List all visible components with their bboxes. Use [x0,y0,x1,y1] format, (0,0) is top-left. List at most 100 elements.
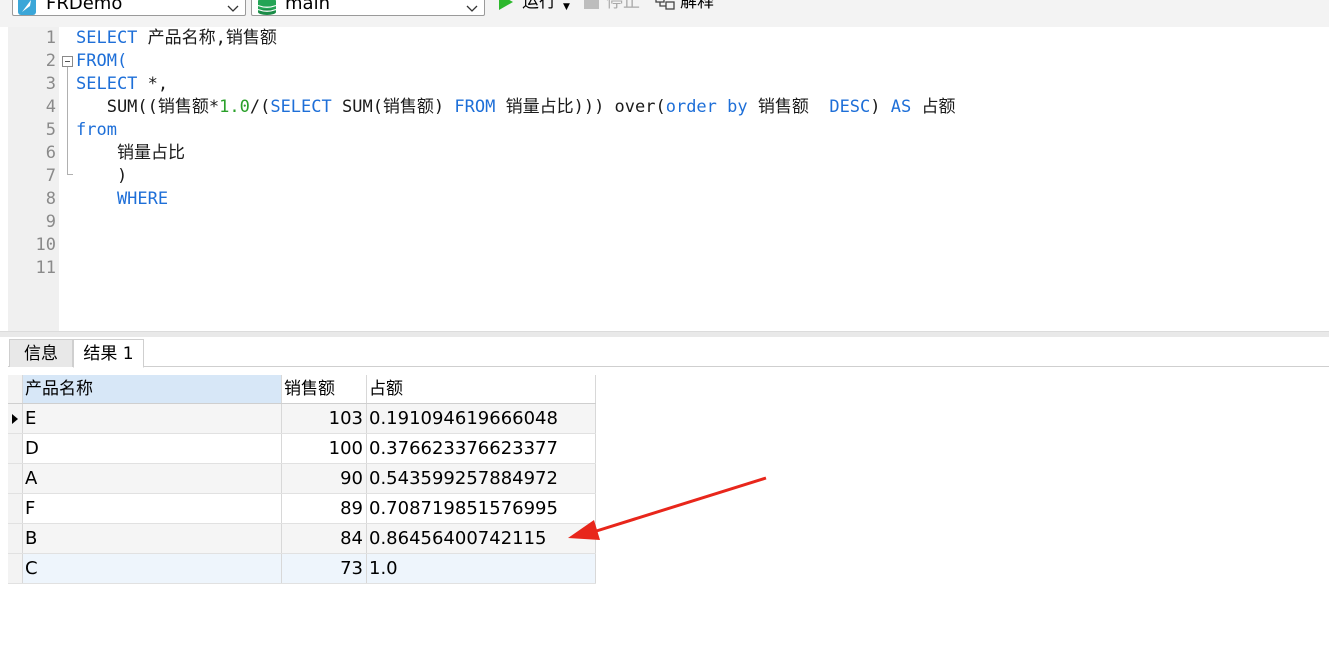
sql-keyword: from [76,120,117,140]
line-number: 6 [45,143,56,163]
line-number: 1 [45,28,56,48]
code-line: SELECT *, [76,73,168,96]
line-number: 11 [35,258,56,278]
cell-product-name[interactable]: B [23,524,282,553]
database-icon [257,0,277,15]
row-selector[interactable] [8,464,23,493]
explain-button[interactable]: 解释 [655,0,725,14]
sql-text: /( [249,97,271,117]
annotation-arrow-icon [568,476,767,540]
code-line: FROM( [76,50,127,73]
line-number-gutter: 1 2 3 4 5 6 7 8 9 10 11 [8,27,59,331]
code-line: SELECT 产品名称,销售额 [76,27,277,50]
cell-sales[interactable]: 103 [282,404,367,433]
table-row[interactable]: F 89 0.708719851576995 [8,494,596,524]
stop-button[interactable]: 停止 [583,0,645,14]
connection-select[interactable]: FRDemo [12,0,246,16]
row-selector[interactable] [8,404,23,433]
sql-text: *, [137,74,169,94]
sql-text: 产品名称,销售额 [137,28,277,48]
stop-label: 停止 [606,0,640,12]
database-select[interactable]: main [251,0,485,16]
explain-label: 解释 [680,0,714,12]
cell-sales[interactable]: 90 [282,464,367,493]
code-line: from [76,119,117,142]
line-number: 8 [45,189,56,209]
sql-keyword: DESC [829,97,871,117]
column-header-share[interactable]: 占额 [367,375,596,403]
cell-sales[interactable]: 73 [282,554,367,583]
sql-text: ) [870,97,891,117]
sql-text: 销售额 [747,97,830,117]
sql-keyword: order by [665,97,748,117]
fold-guide-line [67,67,68,175]
sql-text: 销量占比))) over( [495,97,666,117]
chevron-down-icon [227,0,239,12]
code-line: SUM((销售额*1.0/(SELECT SUM(销售额) FROM 销量占比)… [76,96,956,119]
sql-editor[interactable]: 1 2 3 4 5 6 7 8 9 10 11 SELECT 产品名称,销售额 FROM(SELECT… [8,27,1329,331]
sql-text: SUM((销售额* [76,97,220,117]
run-dropdown-caret-icon[interactable]: ▼ [563,0,570,17]
cell-product-name[interactable]: E [23,404,282,433]
cell-share[interactable]: 0.376623376623377 [367,434,596,463]
table-row[interactable]: B 84 0.86456400742115 [8,524,596,554]
line-number: 9 [45,212,56,232]
sql-text: 销量占比 [76,143,185,163]
table-row[interactable]: E 103 0.191094619666048 [8,404,596,434]
sql-number: 1.0 [219,97,250,117]
line-number: 10 [35,235,56,255]
table-row[interactable]: C 73 1.0 [8,554,596,584]
row-selector[interactable] [8,554,23,583]
column-header-sales[interactable]: 销售额 [282,375,367,403]
line-number: 7 [45,166,56,186]
row-selector[interactable] [8,434,23,463]
cell-product-name[interactable]: F [23,494,282,523]
line-number: 4 [45,97,56,117]
line-number: 5 [45,120,56,140]
database-name: main [285,0,330,14]
sqlite-feather-icon [18,0,36,15]
current-row-marker-icon [12,414,18,424]
fold-guide-end [67,174,73,175]
cell-product-name[interactable]: C [23,554,282,583]
column-header-product-name[interactable]: 产品名称 [23,375,282,403]
row-selector[interactable] [8,524,23,553]
grid-header-row: 产品名称 销售额 占额 [8,375,596,404]
sql-keyword: SELECT [76,74,138,94]
row-header-corner [8,375,23,403]
result-tab-bar: 信息 结果 1 [8,337,1329,368]
sql-keyword: AS [890,97,912,117]
cell-sales[interactable]: 89 [282,494,367,523]
cell-share[interactable]: 1.0 [367,554,596,583]
chevron-down-icon [466,0,478,12]
cell-sales[interactable]: 100 [282,434,367,463]
run-label: 运行 [522,0,556,12]
code-line: ) [76,165,127,188]
sql-text: 占额 [911,97,956,117]
sql-text: SUM(销售额) [331,97,455,117]
sql-keyword: SELECT [76,28,138,48]
code-line: 销量占比 [76,142,185,165]
cell-sales[interactable]: 84 [282,524,367,553]
toolbar: FRDemo main 运行 ▼ 停止 解释 [0,0,1329,27]
fold-toggle-icon[interactable] [62,56,73,67]
sql-keyword: FROM [454,97,496,117]
sql-keyword: FROM( [76,51,128,71]
explain-icon [655,0,675,10]
line-number: 2 [45,51,56,71]
sql-keyword: WHERE [76,189,169,209]
tab-info[interactable]: 信息 [9,339,73,367]
table-row[interactable]: D 100 0.376623376623377 [8,434,596,464]
line-number: 3 [45,74,56,94]
cell-product-name[interactable]: D [23,434,282,463]
table-row[interactable]: A 90 0.543599257884972 [8,464,596,494]
play-icon [499,0,513,10]
tab-result-1[interactable]: 结果 1 [73,339,144,368]
sql-text: ) [76,166,128,186]
stop-icon [584,0,599,9]
cell-share[interactable]: 0.191094619666048 [367,404,596,433]
row-selector[interactable] [8,494,23,523]
run-button[interactable]: 运行 ▼ [497,0,579,14]
code-line: WHERE [76,188,168,211]
cell-product-name[interactable]: A [23,464,282,493]
